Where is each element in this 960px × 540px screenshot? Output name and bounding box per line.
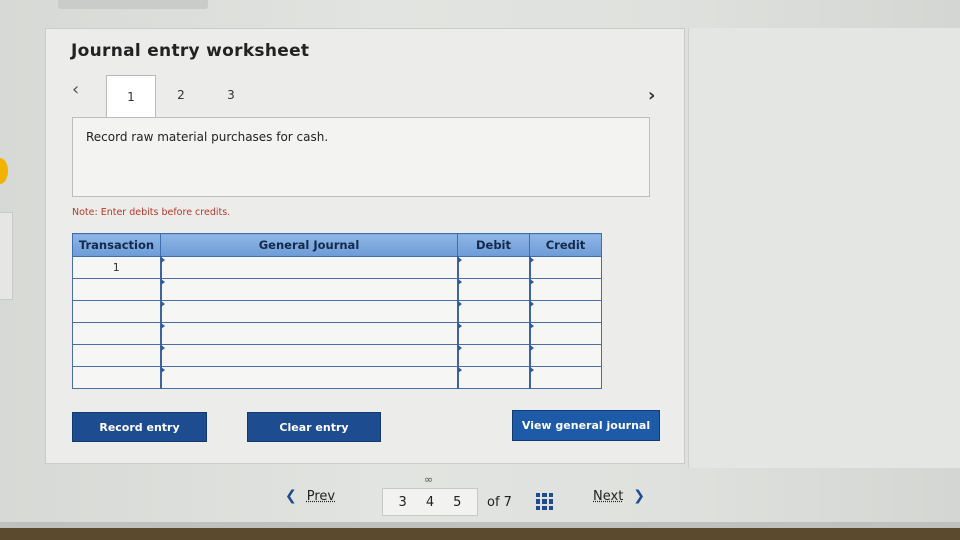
credit-input[interactable]: [530, 279, 602, 301]
credit-input[interactable]: [530, 257, 602, 279]
journal-account-input[interactable]: [161, 301, 458, 323]
transaction-cell: [73, 279, 161, 301]
table-row: [73, 279, 602, 301]
transaction-cell: [73, 367, 161, 389]
worksheet-title: Journal entry worksheet: [71, 41, 309, 61]
journal-account-input[interactable]: [161, 257, 458, 279]
tab-3[interactable]: 3: [206, 75, 256, 115]
debit-input[interactable]: [458, 279, 530, 301]
chevron-left-icon: ❮: [285, 488, 297, 504]
screen-bezel: [0, 528, 960, 540]
table-row: 1: [73, 257, 602, 279]
description-text: Record raw material purchases for cash.: [86, 130, 328, 144]
chevron-right-icon: ❯: [633, 488, 645, 504]
debit-input[interactable]: [458, 301, 530, 323]
left-edge-panel: [0, 212, 13, 300]
page-4[interactable]: 4: [426, 495, 434, 510]
top-tab: [58, 0, 208, 9]
header-transaction: Transaction: [73, 234, 161, 257]
tab-1[interactable]: 1: [106, 75, 156, 117]
journal-worksheet: Journal entry worksheet ‹ 1 2 3 › Record…: [45, 28, 685, 464]
view-general-journal-button[interactable]: View general journal: [512, 410, 660, 441]
next-page-link[interactable]: Next ❯: [593, 488, 645, 504]
journal-account-input[interactable]: [161, 367, 458, 389]
transaction-cell: [73, 345, 161, 367]
journal-account-input[interactable]: [161, 279, 458, 301]
orange-indicator: [0, 158, 8, 184]
debit-input[interactable]: [458, 323, 530, 345]
record-entry-button[interactable]: Record entry: [72, 412, 207, 442]
next-label: Next: [593, 489, 623, 504]
table-row: [73, 301, 602, 323]
table-header-row: Transaction General Journal Debit Credit: [73, 234, 602, 257]
journal-account-input[interactable]: [161, 323, 458, 345]
note-text: Note: Enter debits before credits.: [72, 207, 230, 218]
description-box: Record raw material purchases for cash.: [72, 117, 650, 197]
journal-table: Transaction General Journal Debit Credit…: [72, 233, 602, 389]
clear-entry-button[interactable]: Clear entry: [247, 412, 381, 442]
transaction-cell: 1: [73, 257, 161, 279]
page-selector: 3 4 5: [382, 488, 478, 516]
journal-account-input[interactable]: [161, 345, 458, 367]
debit-input[interactable]: [458, 367, 530, 389]
header-debit: Debit: [458, 234, 530, 257]
next-tab-chevron-icon[interactable]: ›: [648, 85, 655, 106]
transaction-cell: [73, 301, 161, 323]
prev-tab-chevron-icon[interactable]: ‹: [72, 79, 79, 100]
prev-label: Prev: [307, 489, 335, 504]
credit-input[interactable]: [530, 301, 602, 323]
prev-page-link[interactable]: ❮ Prev: [285, 488, 335, 504]
header-general-journal: General Journal: [161, 234, 458, 257]
table-row: [73, 323, 602, 345]
table-row: [73, 345, 602, 367]
page-3[interactable]: 3: [399, 495, 407, 510]
credit-input[interactable]: [530, 345, 602, 367]
credit-input[interactable]: [530, 323, 602, 345]
credit-input[interactable]: [530, 367, 602, 389]
table-row: [73, 367, 602, 389]
page-5[interactable]: 5: [453, 495, 461, 510]
debit-input[interactable]: [458, 257, 530, 279]
grid-icon[interactable]: [536, 493, 553, 510]
right-panel: [688, 28, 960, 468]
page-count: of 7: [487, 495, 512, 510]
tab-2[interactable]: 2: [156, 75, 206, 115]
transaction-cell: [73, 323, 161, 345]
debit-input[interactable]: [458, 345, 530, 367]
header-credit: Credit: [530, 234, 602, 257]
link-icon: ∞: [424, 473, 433, 486]
